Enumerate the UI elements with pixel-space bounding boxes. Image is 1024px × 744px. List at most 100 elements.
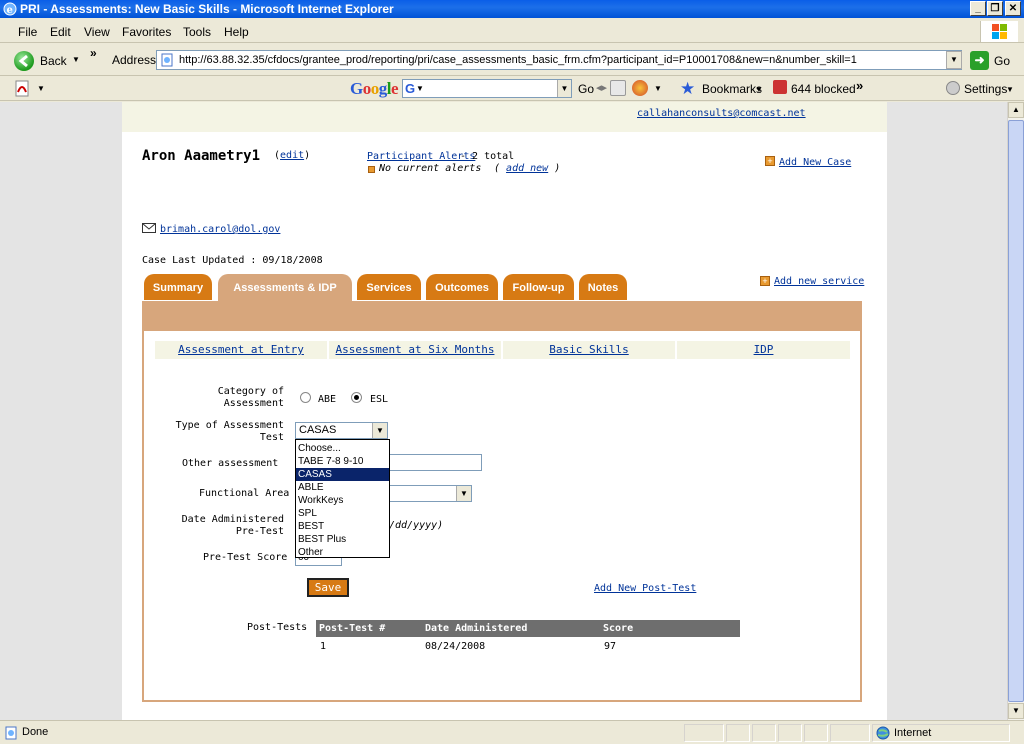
edit-link[interactable]: edit [280,150,304,161]
tab-summary[interactable]: Summary [144,274,212,300]
contact-email-link[interactable]: brimah.carol@dol.gov [160,224,280,235]
bookmarks-star-icon[interactable]: ★ [680,79,695,99]
chevron-down-icon[interactable]: ▼ [372,423,387,438]
category-label-line2: Assessment [223,398,284,409]
toolbar-overflow-icon[interactable]: » [90,46,97,60]
assessment-type-select[interactable]: CASAS ▼ [295,422,388,439]
functional-area-select[interactable]: ▼ [388,485,472,502]
dropdown-option[interactable]: Other [296,546,389,559]
tab-notes[interactable]: Notes [579,274,627,300]
back-arrow-icon [14,51,34,71]
radio-esl[interactable] [351,392,362,403]
add-new-case-link[interactable]: Add New Case [779,157,851,168]
popup-blocker-icon[interactable] [773,80,787,94]
google-go-button[interactable]: Go [578,82,594,96]
settings-dropdown-icon[interactable]: ▼ [1006,85,1014,94]
add-new-post-test-link[interactable]: Add New Post-Test [594,583,696,594]
google-search-input[interactable]: G ▼ ▼ [402,79,572,98]
menu-edit[interactable]: Edit [50,25,71,39]
pdf-dropdown-icon[interactable]: ▼ [37,84,45,93]
envelope-icon [142,223,156,233]
status-bar: Done Internet [0,720,1024,744]
title-bar: e PRI - Assessments: New Basic Skills - … [0,0,1024,18]
scroll-thumb[interactable] [1008,120,1024,702]
pagerank-dropdown-icon[interactable]: ▼ [654,84,662,93]
google-search-dropdown-icon[interactable]: ▼ [557,80,571,97]
minimize-button[interactable]: _ [970,1,986,16]
menu-help[interactable]: Help [224,25,249,39]
page-done-icon [5,726,17,740]
add-new-alert-link[interactable]: add new [506,163,548,174]
status-segment [830,724,870,742]
radio-abe[interactable] [300,392,311,403]
back-button[interactable]: Back ▼ [10,49,82,71]
google-overflow-icon[interactable]: » [856,78,863,93]
dropdown-option[interactable]: WorkKeys [296,494,389,507]
bookmarks-button[interactable]: Bookmarks [702,82,762,96]
bookmarks-dropdown-icon[interactable]: ▼ [755,85,763,94]
scroll-down-icon[interactable]: ▼ [1008,703,1024,719]
subtab-basic-skills[interactable]: Basic Skills [503,341,675,359]
chevron-down-icon[interactable]: ▼ [456,486,471,501]
popups-blocked-count[interactable]: 644 blocked [791,82,856,96]
status-segment [804,724,828,742]
other-assessment-input[interactable] [388,454,482,471]
vertical-scrollbar[interactable]: ▲ ▼ [1007,102,1024,720]
menu-tools[interactable]: Tools [183,25,211,39]
radio-abe-label: ABE [318,394,337,405]
tab-services[interactable]: Services [357,274,421,300]
subtab-assessment-entry[interactable]: Assessment at Entry [155,341,327,359]
dropdown-option[interactable]: ABLE [296,481,389,494]
tab-outcomes[interactable]: Outcomes [426,274,498,300]
globe-icon [876,726,890,740]
menu-view[interactable]: View [84,25,110,39]
consultant-email-link[interactable]: callahanconsults@comcast.net [637,108,806,119]
no-current-alerts: No current alerts [379,163,482,174]
status-segment [778,724,802,742]
dropdown-option-selected[interactable]: CASAS [296,468,389,481]
dropdown-option[interactable]: SPL [296,507,389,520]
status-segment [726,724,750,742]
windows-flag-icon [980,21,1018,42]
address-dropdown-icon[interactable]: ▼ [946,51,962,69]
settings-icon[interactable] [946,81,960,95]
close-button[interactable]: ✕ [1005,1,1021,16]
pdf-icon[interactable] [14,80,32,98]
subtab-assessment-six-months[interactable]: Assessment at Six Months [329,341,501,359]
zone-label: Internet [894,727,932,739]
col-header-date: Date Administered [425,623,528,634]
scroll-up-icon[interactable]: ▲ [1008,102,1024,118]
status-text: Done [22,726,49,738]
date-label-line1: Date Administered [181,514,284,525]
add-new-service-link[interactable]: Add new service [774,276,864,287]
status-segment [752,724,776,742]
pagerank-icon[interactable] [632,80,648,96]
back-dropdown-icon[interactable]: ▼ [72,55,80,64]
separator-icon: ◂▸ [596,82,608,94]
save-button[interactable]: Save [307,578,349,597]
menu-file[interactable]: File [18,25,37,39]
news-icon[interactable] [610,80,626,96]
dropdown-option[interactable]: BEST [296,520,389,533]
google-g-icon: G [405,81,416,96]
address-toolbar: Back ▼ » Address http://63.88.32.35/cfdo… [0,44,1024,76]
menu-favorites[interactable]: Favorites [122,25,171,39]
tab-follow-up[interactable]: Follow-up [503,274,574,300]
subtab-idp[interactable]: IDP [677,341,850,359]
col-header-score: Score [603,623,634,634]
dropdown-option[interactable]: Choose... [296,442,389,455]
page-icon [161,53,173,67]
tab-assessments-idp[interactable]: Assessments & IDP [218,274,352,302]
category-label-line1: Category of [217,386,284,397]
dropdown-option[interactable]: TABE 7-8 9-10 [296,455,389,468]
pre-test-score-label: Pre-Test Score [203,552,288,563]
google-g-dropdown-icon[interactable]: ▼ [416,84,424,93]
status-segment [684,724,724,742]
address-input[interactable]: http://63.88.32.35/cfdocs/grantee_prod/r… [156,50,962,70]
maximize-button[interactable]: ❐ [987,1,1003,16]
go-button[interactable]: ➜ Go [970,50,1020,72]
settings-button[interactable]: Settings [964,82,1007,96]
dropdown-option[interactable]: BEST Plus [296,533,389,546]
subtab-bar: Assessment at Entry Assessment at Six Mo… [155,341,850,359]
address-url: http://63.88.32.35/cfdocs/grantee_prod/r… [179,54,857,66]
